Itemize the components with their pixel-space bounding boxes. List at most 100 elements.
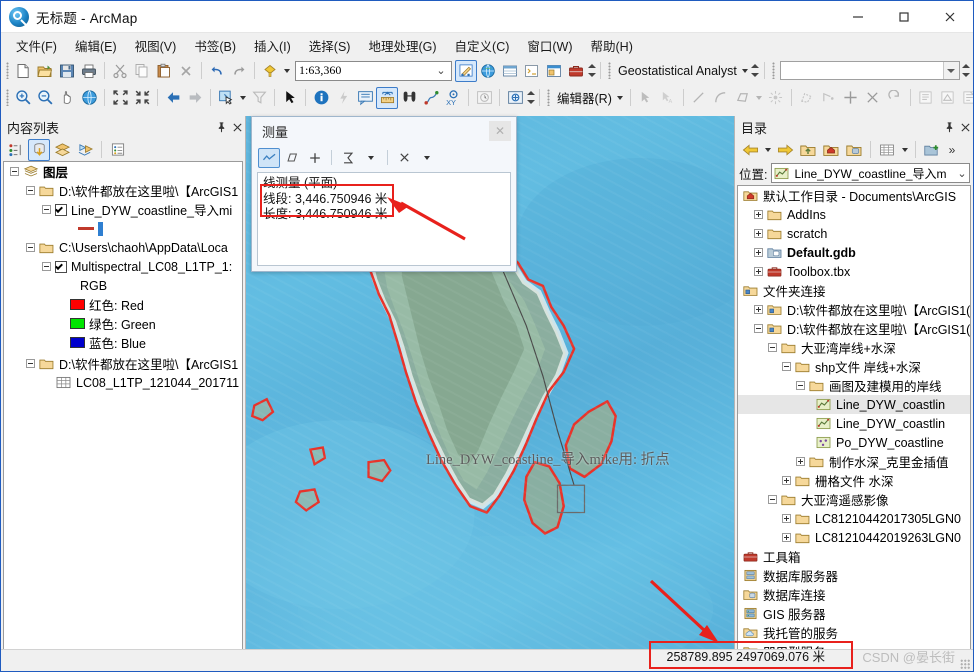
catalog-item-scratch[interactable]: scratch xyxy=(738,224,970,243)
go-to-xy-icon[interactable]: XY xyxy=(442,87,464,109)
cut-icon[interactable] xyxy=(109,60,131,82)
expander-icon[interactable] xyxy=(782,476,791,485)
up-one-level-icon[interactable] xyxy=(797,139,819,161)
catalog-item-default-workspace[interactable]: 默认工作目录 - Documents\ArcGIS xyxy=(738,186,970,205)
cut-polygons-icon[interactable] xyxy=(840,87,862,109)
editor-toolbar-toggle-icon[interactable] xyxy=(455,59,477,82)
split-tool-icon[interactable] xyxy=(862,87,884,109)
toolbar-overflow-icon[interactable] xyxy=(526,87,535,109)
back-icon[interactable] xyxy=(739,139,761,161)
measure-line-tool-icon[interactable] xyxy=(258,147,280,168)
extension-combo-dropdown-icon[interactable] xyxy=(942,62,959,79)
toolbar-overflow-icon[interactable] xyxy=(751,60,760,82)
toolbar-overflow-icon[interactable] xyxy=(962,60,971,82)
menu-window[interactable]: 窗口(W) xyxy=(518,33,581,58)
connect-to-folder-icon[interactable] xyxy=(921,139,943,161)
expander-icon[interactable] xyxy=(782,362,791,371)
measure-dialog[interactable]: 测量 ✕ 线测量 (平面) 线段: 3,446.750946 米 长度: 3,4… xyxy=(251,116,517,272)
toc-options-icon[interactable] xyxy=(107,139,129,161)
layer-visibility-checkbox[interactable] xyxy=(55,260,67,273)
open-map-icon[interactable] xyxy=(34,60,56,82)
menu-view[interactable]: 视图(V) xyxy=(126,33,186,58)
rotate-tool-icon[interactable] xyxy=(884,87,906,109)
expander-icon[interactable] xyxy=(754,324,763,333)
toc-item-layers[interactable]: 图层 xyxy=(4,162,242,181)
catalog-item-scene-2017305[interactable]: LC81210442017305LGN0 xyxy=(738,509,970,528)
copy-icon[interactable] xyxy=(131,60,153,82)
full-extent-icon[interactable] xyxy=(78,87,100,109)
delete-icon[interactable] xyxy=(175,60,197,82)
extension-combo[interactable] xyxy=(779,61,960,80)
select-features-dropdown-icon[interactable] xyxy=(237,87,248,109)
toolbar-grip[interactable] xyxy=(547,89,550,106)
catalog-item-folder-connections[interactable]: 文件夹连接 xyxy=(738,281,970,300)
fixed-zoom-out-icon[interactable] xyxy=(131,87,153,109)
measure-close-icon[interactable]: ✕ xyxy=(489,121,511,141)
arctoolbox-icon[interactable] xyxy=(565,60,587,82)
expander-icon[interactable] xyxy=(26,243,35,252)
toolbar-grip[interactable] xyxy=(608,62,611,79)
zoom-in-icon[interactable] xyxy=(12,87,34,109)
menu-insert[interactable]: 插入(I) xyxy=(245,33,300,58)
expander-icon[interactable] xyxy=(26,186,35,195)
add-data-icon[interactable] xyxy=(259,60,281,82)
forward-icon[interactable] xyxy=(774,139,796,161)
identify-icon[interactable] xyxy=(310,87,332,109)
catalog-item-draw-folder[interactable]: 画图及建模用的岸线 xyxy=(738,376,970,395)
expander-icon[interactable] xyxy=(796,381,805,390)
back-dropdown-icon[interactable] xyxy=(762,139,773,161)
catalog-item-database-connections[interactable]: 数据库连接 xyxy=(738,585,970,604)
catalog-item-connection-1[interactable]: D:\软件都放在这里啦\【ArcGIS1( xyxy=(738,300,970,319)
clear-selection-icon[interactable] xyxy=(248,87,270,109)
catalog-item-dayawan[interactable]: 大亚湾岸线+水深 xyxy=(738,338,970,357)
catalog-view-list-icon[interactable] xyxy=(876,139,898,161)
measure-clear-tool-icon[interactable] xyxy=(393,148,415,168)
catalog-pin-icon[interactable] xyxy=(941,118,957,136)
catalog-item-toolbox-tbx[interactable]: Toolbox.tbx xyxy=(738,262,970,281)
trace-dropdown-icon[interactable] xyxy=(754,87,765,109)
toolbar-grip[interactable] xyxy=(771,62,775,79)
catalog-view-dropdown-icon[interactable] xyxy=(899,139,910,161)
straight-segment-icon[interactable] xyxy=(688,87,710,109)
add-data-dropdown-icon[interactable] xyxy=(281,60,292,82)
fixed-zoom-in-icon[interactable] xyxy=(109,87,131,109)
attribute-table-icon[interactable] xyxy=(499,60,521,82)
toolbar-grip[interactable] xyxy=(6,62,9,79)
toc-item-folder-d-1[interactable]: D:\软件都放在这里啦\【ArcGIS1 xyxy=(4,181,242,200)
catalog-tree[interactable]: 默认工作目录 - Documents\ArcGIS AddIns scratch… xyxy=(737,185,971,657)
catalog-item-connection-2[interactable]: D:\软件都放在这里啦\【ArcGIS1( xyxy=(738,319,970,338)
python-window-icon[interactable] xyxy=(521,60,543,82)
expander-icon[interactable] xyxy=(42,205,51,214)
home-folder-icon[interactable] xyxy=(820,139,842,161)
menu-selection[interactable]: 选择(S) xyxy=(300,33,360,58)
measure-area-tool-icon[interactable] xyxy=(281,148,303,168)
expander-icon[interactable] xyxy=(26,359,35,368)
measure-feature-tool-icon[interactable] xyxy=(304,148,326,168)
save-map-icon[interactable] xyxy=(56,60,78,82)
sketch-properties-window-icon[interactable] xyxy=(937,87,959,109)
catalog-close-icon[interactable] xyxy=(957,118,973,136)
toc-item-folder-c[interactable]: C:\Users\chaoh\AppData\Loca xyxy=(4,238,242,257)
menu-geoprocessing[interactable]: 地理处理(G) xyxy=(359,33,445,58)
toc-close-icon[interactable] xyxy=(229,118,245,136)
toc-pin-icon[interactable] xyxy=(213,118,229,136)
layer-visibility-checkbox[interactable] xyxy=(55,203,67,216)
menu-file[interactable]: 文件(F) xyxy=(7,33,66,58)
catalog-overflow-icon[interactable]: » xyxy=(944,141,960,159)
expander-icon[interactable] xyxy=(754,248,763,257)
expander-icon[interactable] xyxy=(754,267,763,276)
geostatistical-analyst-menu[interactable]: Geostatistical Analyst xyxy=(614,64,740,78)
catalog-item-my-hosted-services[interactable]: 我托管的服务 xyxy=(738,623,970,642)
default-geodatabase-icon[interactable] xyxy=(843,139,865,161)
expander-icon[interactable] xyxy=(754,229,763,238)
undo-icon[interactable] xyxy=(206,60,228,82)
menu-edit[interactable]: 编辑(E) xyxy=(66,33,126,58)
paste-icon[interactable] xyxy=(153,60,175,82)
catalog-item-database-servers[interactable]: 数据库服务器 xyxy=(738,566,970,585)
measure-sum-tool-icon[interactable] xyxy=(337,148,359,168)
measure-clear-dropdown-icon[interactable] xyxy=(416,148,438,168)
catalog-item-gis-servers[interactable]: GIS 服务器 xyxy=(738,604,970,623)
reshape-feature-icon[interactable] xyxy=(818,87,840,109)
expander-icon[interactable] xyxy=(754,210,763,219)
measure-tool-icon[interactable] xyxy=(376,86,398,109)
